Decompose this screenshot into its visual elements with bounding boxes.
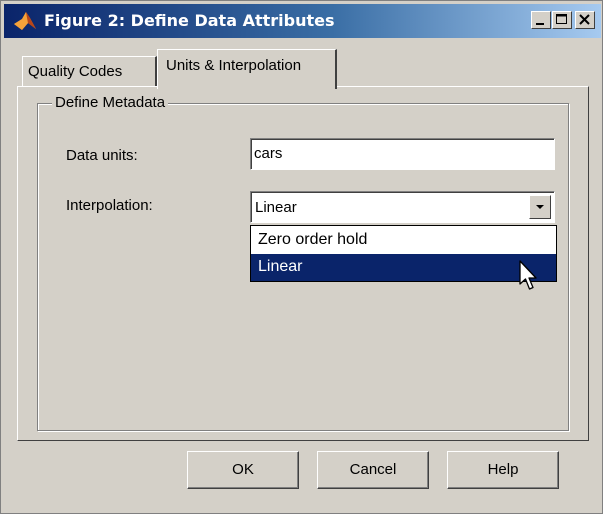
dropdown-arrow-button[interactable] [529,195,551,219]
minimize-icon [536,23,544,25]
title-bar[interactable]: Figure 2: Define Data Attributes [4,4,601,38]
option-linear[interactable]: Linear [251,254,556,281]
chevron-down-icon [536,205,544,209]
interpolation-selected-value: Linear [255,199,297,216]
interpolation-label: Interpolation: [66,197,153,214]
interpolation-select[interactable]: Linear [250,191,555,223]
cancel-button[interactable]: Cancel [317,451,429,489]
maximize-button[interactable] [552,11,572,29]
help-button[interactable]: Help [447,451,559,489]
data-units-label: Data units: [66,147,138,164]
data-units-input[interactable]: cars [250,138,555,170]
dialog-window: Figure 2: Define Data Attributes Quality… [0,0,603,514]
tab-label: Quality Codes [28,63,123,80]
ok-button[interactable]: OK [187,451,299,489]
tab-label: Units & Interpolation [166,57,302,74]
option-zero-order-hold[interactable]: Zero order hold [251,227,556,254]
tab-quality-codes[interactable]: Quality Codes [22,56,157,86]
maximize-icon [556,14,567,24]
tab-units-interpolation[interactable]: Units & Interpolation [157,49,337,89]
minimize-button[interactable] [531,11,551,29]
close-button[interactable] [575,11,595,29]
matlab-logo-icon [13,9,37,33]
group-label: Define Metadata [52,94,169,111]
interpolation-dropdown-list: Zero order hold Linear [250,225,557,282]
mouse-pointer-icon [519,260,537,290]
window-title: Figure 2: Define Data Attributes [44,11,335,30]
close-icon [579,14,590,25]
